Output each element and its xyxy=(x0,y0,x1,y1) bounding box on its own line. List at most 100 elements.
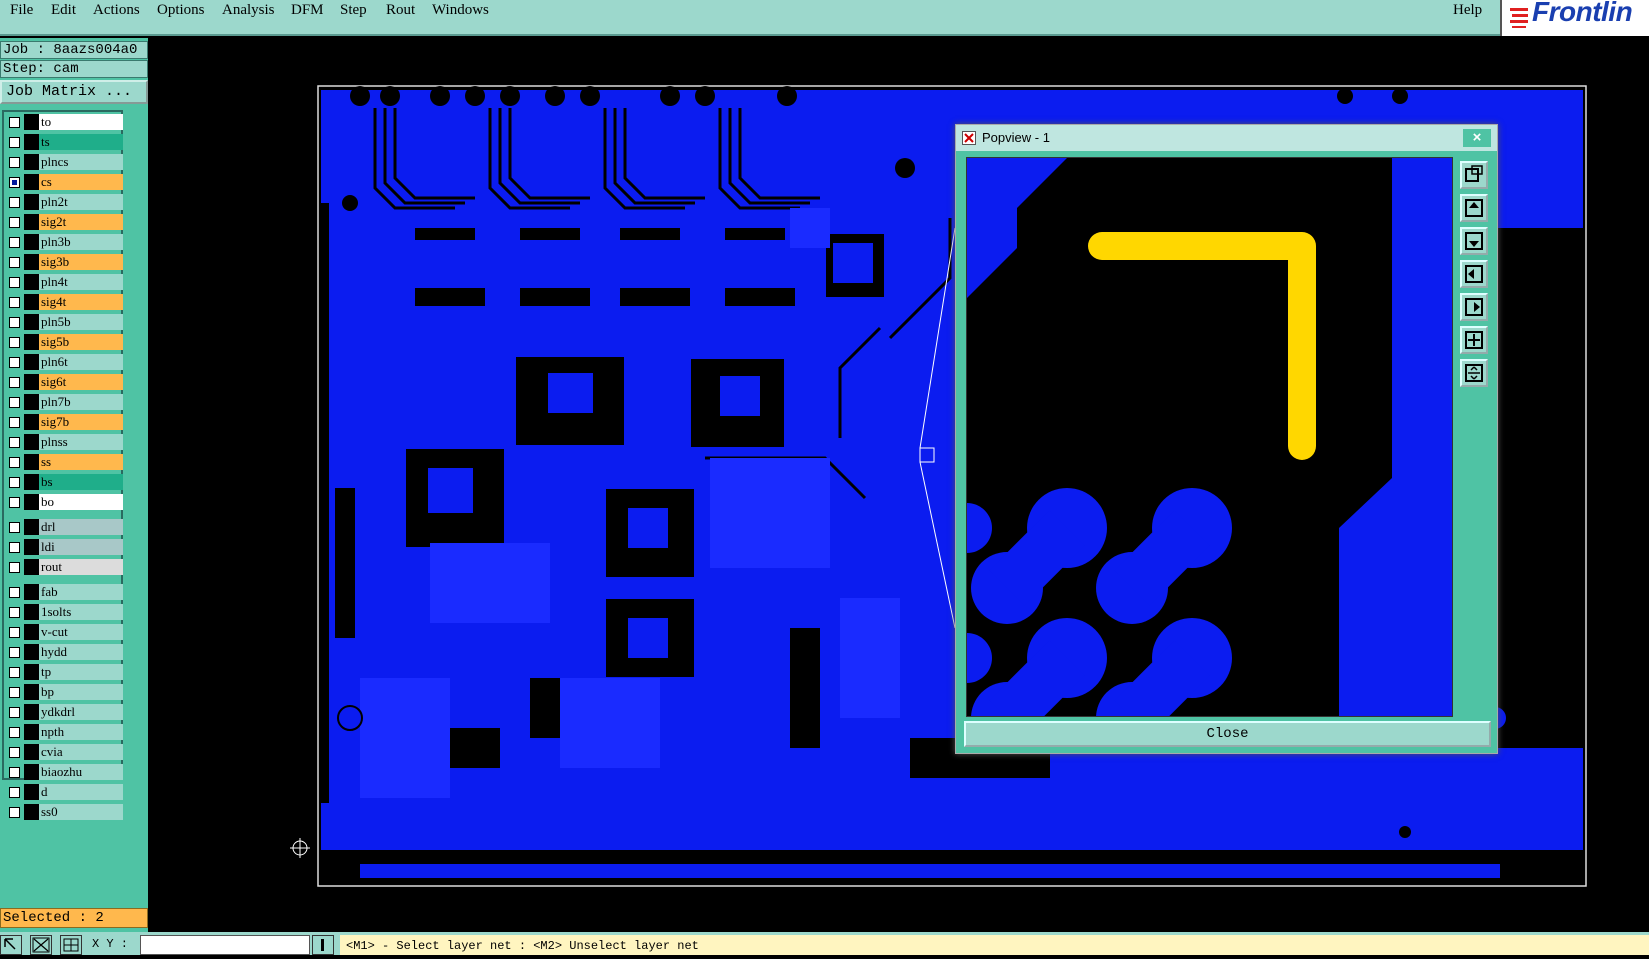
pause-icon[interactable] xyxy=(312,935,334,955)
menu-file[interactable]: File xyxy=(10,2,33,19)
layer-row-sig7b[interactable]: sig7b xyxy=(6,414,123,430)
layer-row-fab[interactable]: fab xyxy=(6,584,123,600)
menu-analysis[interactable]: Analysis xyxy=(222,2,275,19)
layer-name[interactable]: hydd xyxy=(39,644,123,660)
layer-checkbox[interactable] xyxy=(9,377,20,388)
layer-name[interactable]: ss xyxy=(39,454,123,470)
layer-row-ydkdrl[interactable]: ydkdrl xyxy=(6,704,123,720)
layer-row-ss0[interactable]: ss0 xyxy=(6,804,123,820)
layer-row-rout[interactable]: rout xyxy=(6,559,123,575)
grid-tool-icon[interactable] xyxy=(60,935,82,955)
layer-name[interactable]: drl xyxy=(39,519,123,535)
layer-row-bp[interactable]: bp xyxy=(6,684,123,700)
layer-row-tp[interactable]: tp xyxy=(6,664,123,680)
layer-name[interactable]: v-cut xyxy=(39,624,123,640)
layer-name[interactable]: bo xyxy=(39,494,123,510)
layer-checkbox[interactable] xyxy=(9,667,20,678)
layer-name[interactable]: ts xyxy=(39,134,123,150)
layer-row-plnss[interactable]: plnss xyxy=(6,434,123,450)
layer-checkbox[interactable] xyxy=(9,587,20,598)
popview-close-btn[interactable]: Close xyxy=(964,721,1491,747)
xy-input[interactable] xyxy=(140,935,310,955)
layer-checkbox[interactable] xyxy=(9,277,20,288)
pan-up-icon[interactable] xyxy=(1460,194,1488,222)
layer-row-npth[interactable]: npth xyxy=(6,724,123,740)
layer-row-sig3b[interactable]: sig3b xyxy=(6,254,123,270)
layer-name[interactable]: pln6t xyxy=(39,354,123,370)
layer-row-ss[interactable]: ss xyxy=(6,454,123,470)
layer-row-d[interactable]: d xyxy=(6,784,123,800)
zoom-in-icon[interactable] xyxy=(1460,326,1488,354)
select-tool-icon[interactable] xyxy=(0,935,22,955)
layer-name[interactable]: bs xyxy=(39,474,123,490)
menu-options[interactable]: Options xyxy=(157,2,205,19)
menu-help[interactable]: Help xyxy=(1453,2,1482,19)
layer-row-drl[interactable]: drl xyxy=(6,519,123,535)
pan-down-icon[interactable] xyxy=(1460,227,1488,255)
layer-row-plncs[interactable]: plncs xyxy=(6,154,123,170)
layer-name[interactable]: sig3b xyxy=(39,254,123,270)
layer-checkbox[interactable] xyxy=(9,807,20,818)
layer-checkbox[interactable] xyxy=(9,417,20,428)
layer-name[interactable]: to xyxy=(39,114,123,130)
layer-checkbox[interactable] xyxy=(9,497,20,508)
layer-row-to[interactable]: to xyxy=(6,114,123,130)
layer-name[interactable]: plnss xyxy=(39,434,123,450)
layer-name[interactable]: cs xyxy=(39,174,123,190)
menu-dfm[interactable]: DFM xyxy=(291,2,324,19)
layer-checkbox[interactable] xyxy=(9,457,20,468)
layer-row-pln3b[interactable]: pln3b xyxy=(6,234,123,250)
layer-row-hydd[interactable]: hydd xyxy=(6,644,123,660)
layer-row-v-cut[interactable]: v-cut xyxy=(6,624,123,640)
layer-checkbox[interactable] xyxy=(9,197,20,208)
layer-row-cs[interactable]: cs xyxy=(6,174,123,190)
layer-name[interactable]: sig6t xyxy=(39,374,123,390)
layer-checkbox[interactable] xyxy=(9,137,20,148)
layer-checkbox[interactable] xyxy=(9,357,20,368)
layer-row-pln6t[interactable]: pln6t xyxy=(6,354,123,370)
layer-checkbox[interactable] xyxy=(9,317,20,328)
layer-row-1solts[interactable]: 1solts xyxy=(6,604,123,620)
layer-checkbox[interactable] xyxy=(9,747,20,758)
graphic-canvas[interactable]: Popview - 1 × Close xyxy=(150,38,1649,932)
menu-step[interactable]: Step xyxy=(340,2,367,19)
layer-checkbox[interactable] xyxy=(9,337,20,348)
layer-name[interactable]: sig5b xyxy=(39,334,123,350)
layer-row-pln2t[interactable]: pln2t xyxy=(6,194,123,210)
layer-row-ts[interactable]: ts xyxy=(6,134,123,150)
layer-name[interactable]: bp xyxy=(39,684,123,700)
layer-name[interactable]: tp xyxy=(39,664,123,680)
layer-checkbox[interactable] xyxy=(9,607,20,618)
layer-row-cvia[interactable]: cvia xyxy=(6,744,123,760)
layer-checkbox[interactable] xyxy=(9,177,20,188)
layer-name[interactable]: ss0 xyxy=(39,804,123,820)
layer-name[interactable]: ldi xyxy=(39,539,123,555)
layer-checkbox[interactable] xyxy=(9,157,20,168)
layer-name[interactable]: pln2t xyxy=(39,194,123,210)
popview-titlebar[interactable]: Popview - 1 xyxy=(956,125,1497,151)
layer-checkbox[interactable] xyxy=(9,117,20,128)
layer-checkbox[interactable] xyxy=(9,687,20,698)
layer-name[interactable]: pln5b xyxy=(39,314,123,330)
layer-name[interactable]: d xyxy=(39,784,123,800)
layer-name[interactable]: 1solts xyxy=(39,604,123,620)
menu-windows[interactable]: Windows xyxy=(432,2,489,19)
layer-name[interactable]: plncs xyxy=(39,154,123,170)
layer-name[interactable]: pln4t xyxy=(39,274,123,290)
pan-left-icon[interactable] xyxy=(1460,260,1488,288)
layer-row-sig2t[interactable]: sig2t xyxy=(6,214,123,230)
layer-row-sig6t[interactable]: sig6t xyxy=(6,374,123,390)
layer-row-ldi[interactable]: ldi xyxy=(6,539,123,555)
menu-actions[interactable]: Actions xyxy=(93,2,140,19)
cross-tool-icon[interactable] xyxy=(30,935,52,955)
layer-row-sig4t[interactable]: sig4t xyxy=(6,294,123,310)
menu-rout[interactable]: Rout xyxy=(386,2,415,19)
layer-name[interactable]: sig7b xyxy=(39,414,123,430)
layer-checkbox[interactable] xyxy=(9,627,20,638)
layer-name[interactable]: sig4t xyxy=(39,294,123,310)
layer-checkbox[interactable] xyxy=(9,707,20,718)
layer-checkbox[interactable] xyxy=(9,437,20,448)
layer-checkbox[interactable] xyxy=(9,647,20,658)
layer-name[interactable]: fab xyxy=(39,584,123,600)
layer-checkbox[interactable] xyxy=(9,257,20,268)
